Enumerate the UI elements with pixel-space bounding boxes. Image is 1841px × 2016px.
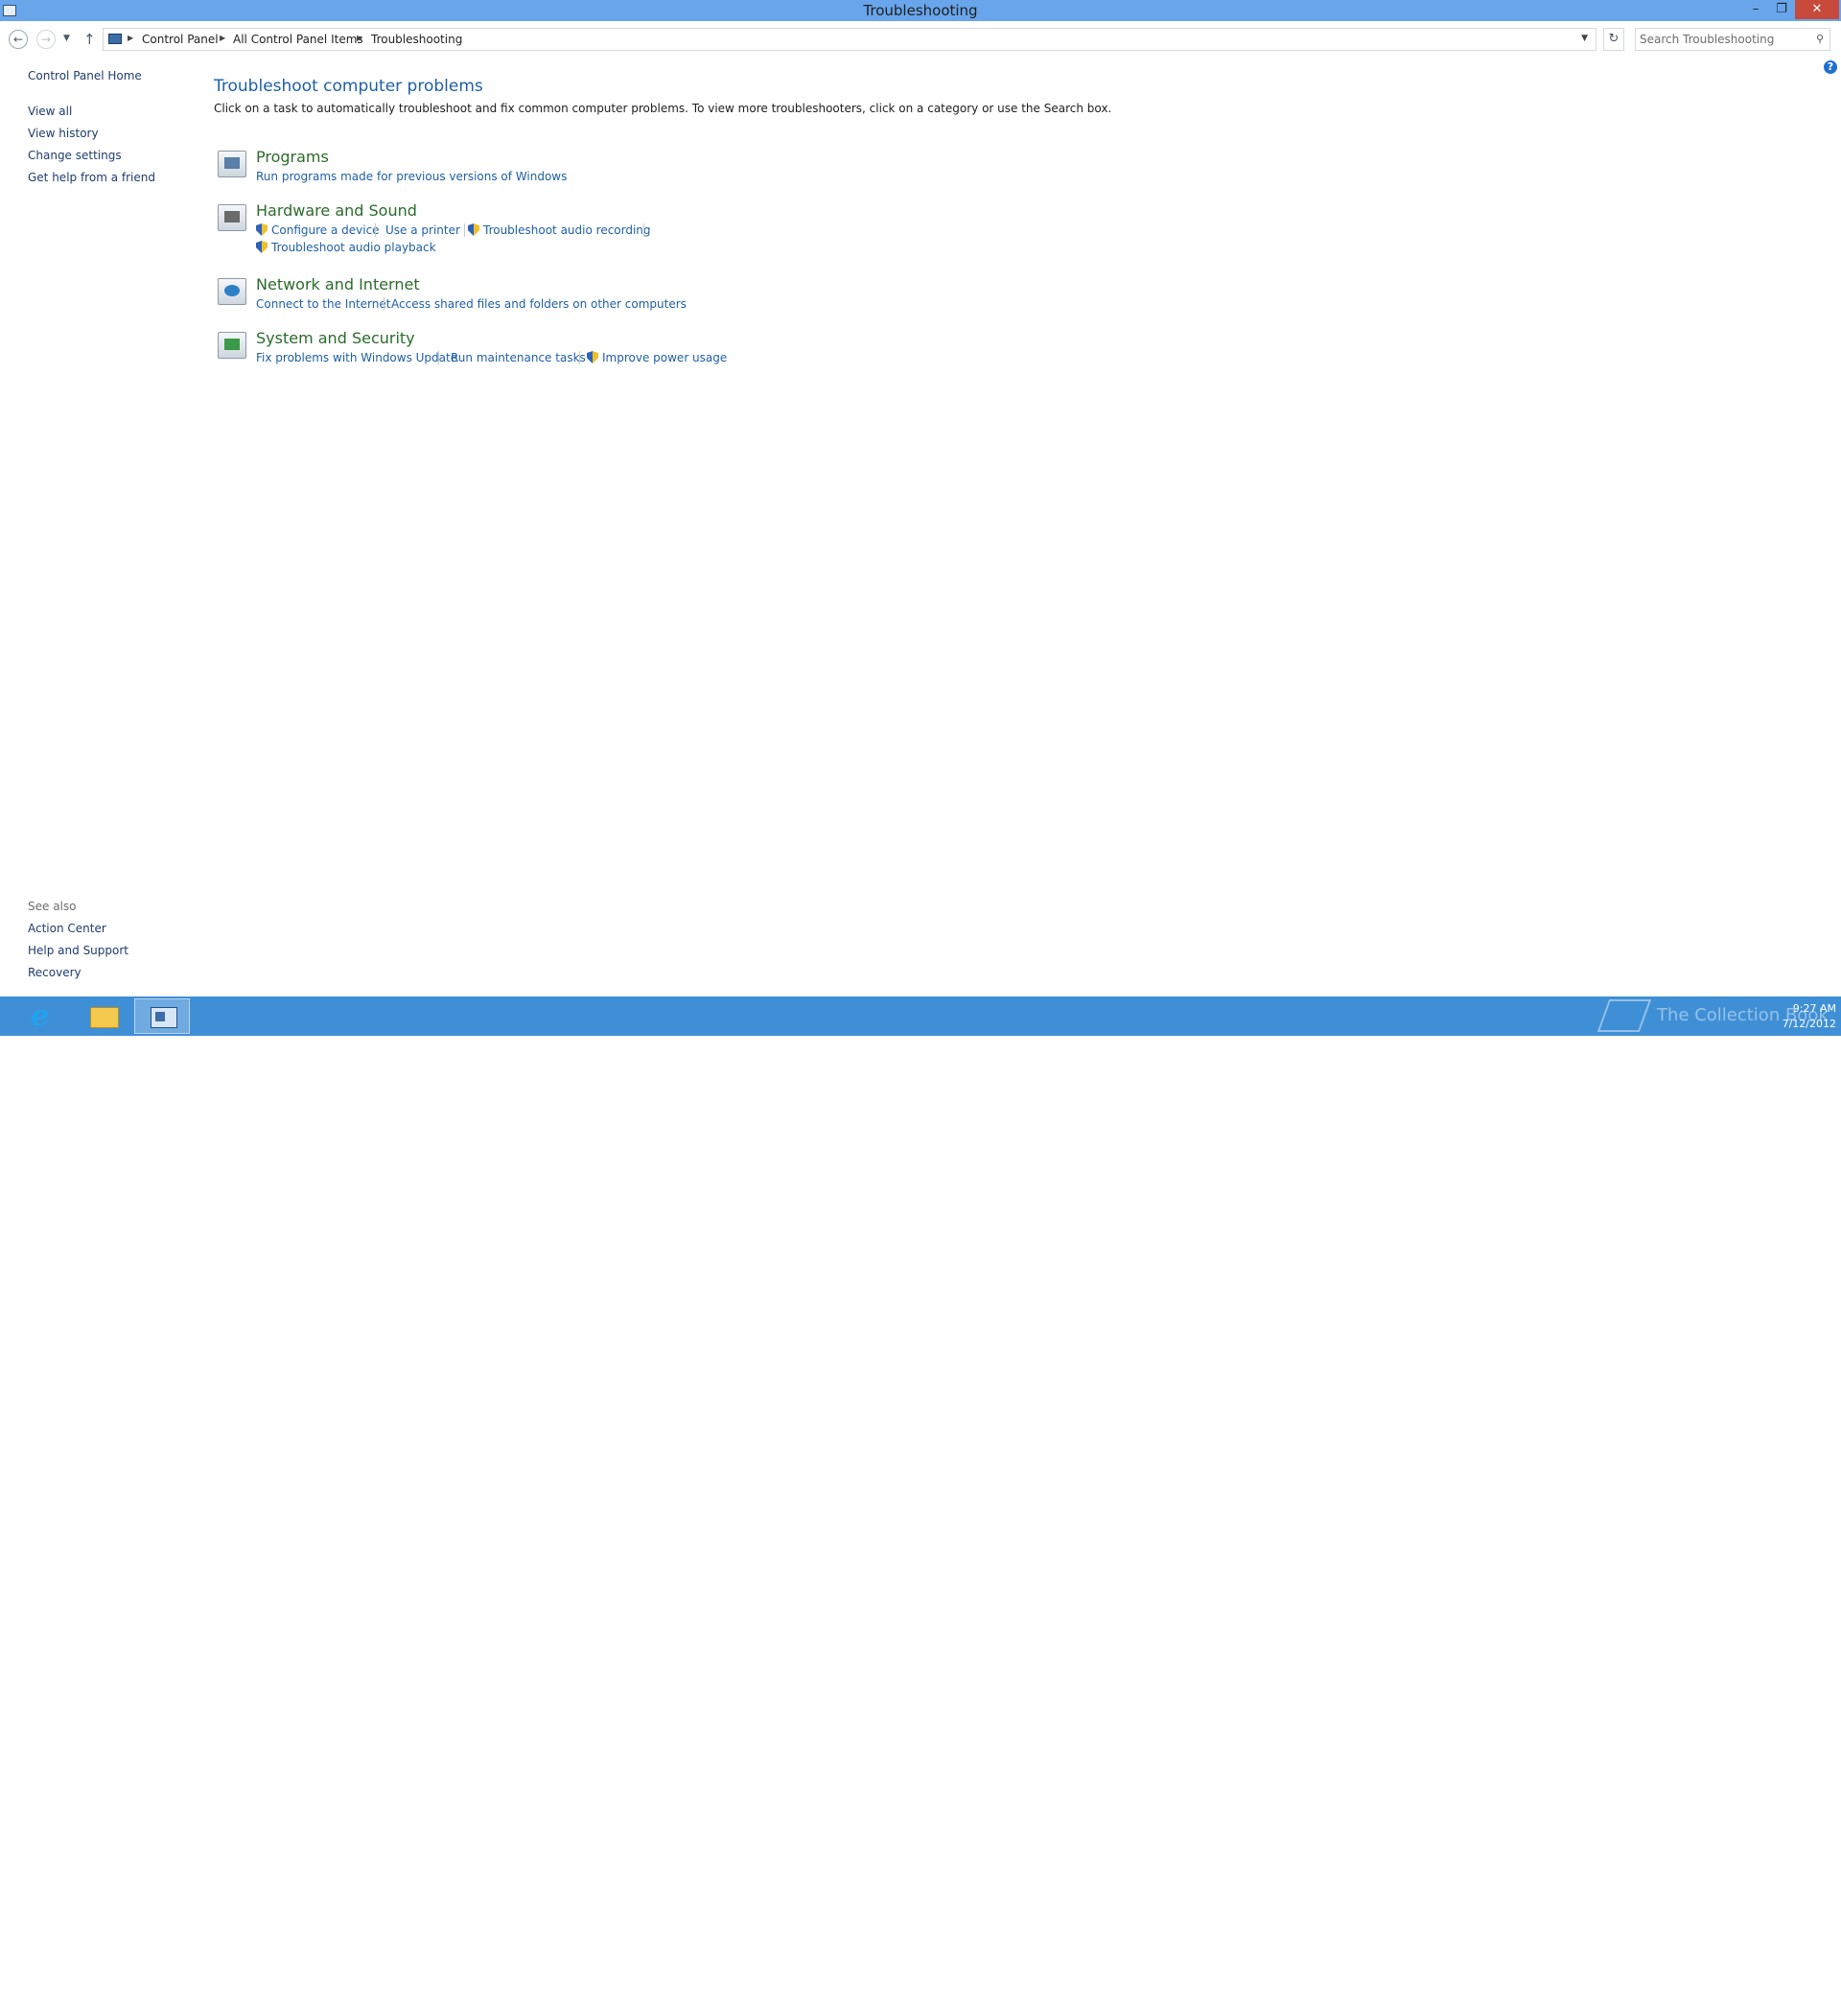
- taskbar: e ▲ ⚑ ▤ ◀): [0, 996, 1841, 2016]
- address-dropdown-icon[interactable]: ▼: [1581, 34, 1588, 43]
- help-icon[interactable]: ?: [1824, 60, 1837, 74]
- refresh-icon[interactable]: ↻: [1603, 28, 1624, 51]
- title-bar: Troubleshooting – ❐ ✕: [0, 0, 1841, 21]
- breadcrumb-chevron-icon[interactable]: ▶: [128, 34, 133, 42]
- search-box[interactable]: ⚲: [1635, 28, 1830, 51]
- breadcrumb-chevron-icon[interactable]: ▶: [220, 34, 225, 42]
- task-power-usage-link[interactable]: Improve power usage: [587, 351, 727, 364]
- network-icon[interactable]: ▤: [1710, 2004, 1719, 2016]
- clock-date: 7/12/2012: [1782, 1018, 1836, 1030]
- task-access-shared-files[interactable]: Access shared files and folders on other…: [391, 297, 687, 311]
- close-button[interactable]: ✕: [1795, 0, 1839, 19]
- system-security-icon[interactable]: [218, 332, 246, 359]
- see-also-heading: See also: [28, 900, 77, 913]
- task-audio-playback-link[interactable]: Troubleshoot audio playback: [256, 241, 436, 254]
- task-audio-recording: Troubleshoot audio recording: [483, 223, 651, 237]
- separator: [579, 351, 580, 364]
- system-tray[interactable]: ▲ ⚑ ▤ ◀): [1668, 2004, 1743, 2016]
- separator: [375, 223, 376, 237]
- window-title: Troubleshooting: [863, 2, 978, 19]
- task-configure-device-link[interactable]: Configure a device: [256, 223, 380, 237]
- sidebar-item-change-settings[interactable]: Change settings: [28, 149, 122, 162]
- see-also-recovery[interactable]: Recovery: [28, 966, 82, 979]
- sidebar-item-get-help[interactable]: Get help from a friend: [28, 171, 155, 184]
- sidebar-item-view-history[interactable]: View history: [28, 127, 99, 140]
- clock-time: 9:27 AM: [1792, 1002, 1836, 1015]
- minimize-button[interactable]: –: [1743, 0, 1768, 19]
- search-icon[interactable]: ⚲: [1816, 33, 1824, 45]
- separator: [384, 297, 385, 311]
- see-also-action-center[interactable]: Action Center: [28, 922, 106, 935]
- category-title-programs[interactable]: Programs: [256, 148, 329, 166]
- programs-icon[interactable]: [218, 151, 246, 177]
- separator: [464, 223, 465, 237]
- taskbar-internet-explorer[interactable]: e: [15, 998, 71, 1034]
- shield-icon: [256, 241, 268, 253]
- task-audio-recording-link[interactable]: Troubleshoot audio recording: [468, 223, 651, 237]
- book-icon: [1596, 999, 1652, 1032]
- recent-locations-chevron-icon[interactable]: ▼: [63, 34, 70, 43]
- forward-button[interactable]: →: [36, 30, 56, 49]
- volume-icon[interactable]: ◀): [1731, 2004, 1743, 2016]
- category-title-system-security[interactable]: System and Security: [256, 329, 415, 347]
- show-hidden-icons-icon[interactable]: ▲: [1668, 2004, 1676, 2016]
- page-description: Click on a task to automatically trouble…: [214, 102, 1112, 115]
- taskbar-control-panel[interactable]: [134, 998, 190, 1034]
- control-panel-icon: [108, 34, 122, 44]
- shield-icon: [256, 223, 268, 236]
- restore-button[interactable]: ❐: [1769, 0, 1794, 19]
- task-use-printer[interactable]: Use a printer: [385, 223, 460, 237]
- address-row: ← → ▼ ↑ ▶ Control Panel ▶ All Control Pa…: [0, 21, 1841, 56]
- task-audio-playback: Troubleshoot audio playback: [271, 241, 436, 254]
- page-title: Troubleshoot computer problems: [214, 77, 483, 96]
- breadcrumb-control-panel[interactable]: Control Panel: [142, 33, 219, 46]
- task-run-old-programs[interactable]: Run programs made for previous versions …: [256, 170, 567, 183]
- internet-explorer-icon: e: [31, 999, 50, 1033]
- task-windows-update[interactable]: Fix problems with Windows Update: [256, 351, 457, 364]
- shield-icon: [468, 223, 479, 236]
- task-connect-internet[interactable]: Connect to the Internet: [256, 297, 390, 311]
- taskbar-clock[interactable]: 9:27 AM 7/12/2012: [1759, 1001, 1836, 1032]
- task-maintenance[interactable]: Run maintenance tasks: [451, 351, 586, 364]
- shield-icon: [587, 351, 598, 363]
- control-panel-icon: [151, 1007, 177, 1028]
- category-title-hardware-sound[interactable]: Hardware and Sound: [256, 201, 417, 220]
- taskbar-file-explorer[interactable]: [75, 998, 130, 1034]
- breadcrumb-all-items[interactable]: All Control Panel Items: [233, 33, 363, 46]
- flag-icon[interactable]: ⚑: [1690, 2004, 1699, 2016]
- breadcrumb-troubleshooting[interactable]: Troubleshooting: [371, 33, 462, 46]
- sidebar-item-view-all[interactable]: View all: [28, 105, 72, 118]
- address-bar[interactable]: ▶ Control Panel ▶ All Control Panel Item…: [103, 28, 1596, 51]
- task-configure-device: Configure a device: [271, 223, 380, 237]
- category-title-network-internet[interactable]: Network and Internet: [256, 275, 420, 293]
- up-arrow-icon[interactable]: ↑: [83, 31, 96, 48]
- sidebar-control-panel-home[interactable]: Control Panel Home: [28, 69, 142, 82]
- task-power-usage: Improve power usage: [602, 351, 728, 364]
- file-explorer-icon: [90, 1007, 119, 1028]
- network-internet-icon[interactable]: [218, 278, 246, 305]
- hardware-sound-icon[interactable]: [218, 204, 246, 231]
- back-button[interactable]: ←: [9, 30, 28, 49]
- breadcrumb-chevron-icon[interactable]: ▶: [357, 34, 362, 42]
- separator: [438, 351, 439, 364]
- see-also-help-support[interactable]: Help and Support: [28, 944, 128, 957]
- search-input[interactable]: [1640, 31, 1803, 48]
- separator: [643, 223, 644, 237]
